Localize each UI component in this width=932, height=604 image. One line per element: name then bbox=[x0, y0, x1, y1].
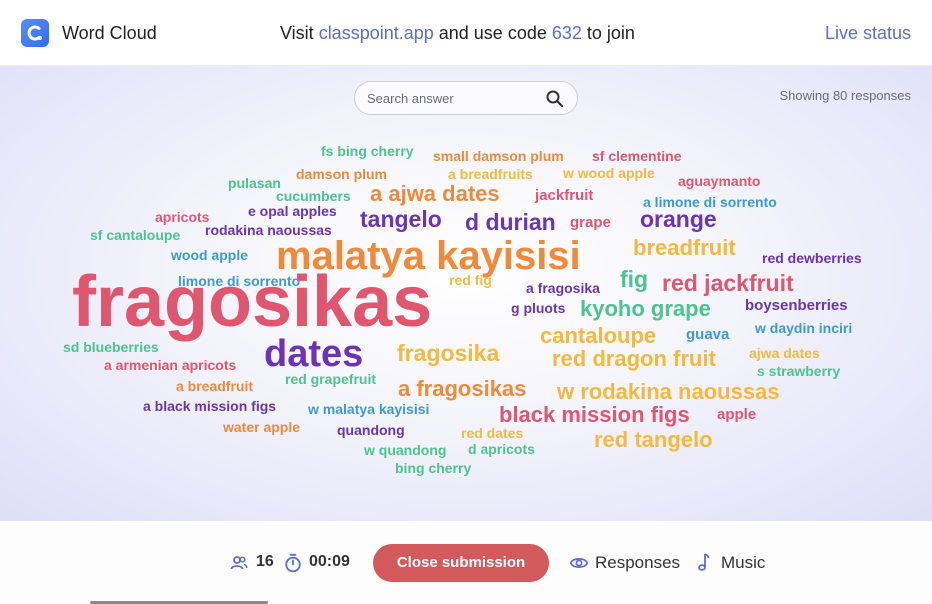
participant-count: 16 bbox=[256, 553, 274, 570]
cloud-word[interactable]: ajwa dates bbox=[749, 346, 820, 360]
cloud-word[interactable]: cucumbers bbox=[276, 189, 351, 203]
cloud-word[interactable]: red tangelo bbox=[594, 429, 713, 451]
cloud-word[interactable]: quandong bbox=[337, 423, 405, 437]
cloud-word[interactable]: sf clementine bbox=[592, 149, 681, 163]
join-instructions: Visit classpoint.app and use code 632 to… bbox=[280, 23, 635, 44]
join-link[interactable]: classpoint.app bbox=[319, 23, 434, 43]
cloud-word[interactable]: d apricots bbox=[468, 442, 535, 456]
cloud-word[interactable]: e opal apples bbox=[248, 204, 337, 218]
join-suffix: to join bbox=[581, 23, 635, 43]
cloud-word[interactable]: red grapefruit bbox=[285, 372, 376, 386]
cloud-word[interactable]: w rodakina naoussas bbox=[557, 381, 780, 403]
cloud-word[interactable]: pulasan bbox=[228, 176, 281, 190]
search-icon[interactable] bbox=[545, 89, 565, 109]
word-cloud-app: Word Cloud Visit classpoint.app and use … bbox=[0, 0, 932, 604]
cloud-word[interactable]: boysenberries bbox=[745, 298, 848, 313]
cloud-word[interactable]: wood apple bbox=[171, 248, 248, 262]
cloud-word[interactable]: fs bing cherry bbox=[321, 144, 414, 158]
cloud-word[interactable]: a breadfruit bbox=[176, 379, 253, 393]
cloud-word[interactable]: a armenian apricots bbox=[104, 358, 236, 372]
cloud-word[interactable]: a breadfruits bbox=[448, 167, 533, 181]
cloud-word[interactable]: fig bbox=[620, 268, 648, 291]
cloud-word[interactable]: tangelo bbox=[360, 208, 442, 231]
cloud-word[interactable]: guava bbox=[686, 327, 729, 342]
cloud-word[interactable]: sd blueberries bbox=[63, 340, 159, 354]
cloud-word[interactable]: w wood apple bbox=[563, 166, 655, 180]
cloud-word[interactable]: water apple bbox=[223, 420, 300, 434]
cloud-word[interactable]: damson plum bbox=[296, 167, 387, 181]
cloud-word[interactable]: w malatya kayisisi bbox=[308, 402, 429, 416]
word-cloud-canvas: Showing 80 responses fs bing cherry smal… bbox=[0, 66, 932, 521]
cloud-word[interactable]: red dragon fruit bbox=[552, 348, 716, 370]
cloud-word[interactable]: sf cantaloupe bbox=[90, 228, 180, 242]
join-prefix: Visit bbox=[280, 23, 319, 43]
search-input[interactable] bbox=[367, 88, 537, 108]
join-code: 632 bbox=[551, 23, 582, 43]
cloud-word[interactable]: breadfruit bbox=[633, 237, 736, 259]
cloud-word[interactable]: g pluots bbox=[511, 301, 565, 315]
participants-icon bbox=[230, 556, 248, 570]
cloud-word[interactable]: a black mission figs bbox=[143, 399, 276, 413]
cloud-word[interactable]: red dewberries bbox=[762, 251, 862, 265]
response-count: Showing 80 responses bbox=[779, 88, 911, 103]
join-middle: and use code bbox=[433, 23, 552, 43]
cloud-word[interactable]: grape bbox=[570, 215, 611, 230]
cloud-word[interactable]: red dates bbox=[461, 426, 523, 440]
cloud-word[interactable]: s strawberry bbox=[757, 364, 840, 378]
cloud-word[interactable]: red jackfruit bbox=[662, 272, 794, 295]
cloud-word[interactable]: w quandong bbox=[364, 443, 446, 457]
close-submission-button[interactable]: Close submission bbox=[373, 544, 549, 582]
timer-icon bbox=[285, 553, 301, 573]
bottom-toolbar: 16 00:09 Close submission Responses Musi… bbox=[0, 521, 932, 604]
cloud-word[interactable]: aguaymanto bbox=[678, 174, 760, 188]
cloud-word[interactable]: apple bbox=[717, 407, 756, 422]
eye-icon[interactable] bbox=[569, 555, 589, 571]
timer-value: 00:09 bbox=[309, 553, 350, 570]
cloud-word[interactable]: bing cherry bbox=[395, 461, 471, 475]
classpoint-logo-icon bbox=[21, 19, 49, 47]
cloud-word[interactable]: dates bbox=[264, 335, 363, 373]
app-title: Word Cloud bbox=[62, 23, 157, 43]
cloud-word[interactable]: small damson plum bbox=[433, 149, 564, 163]
cloud-word[interactable]: fragosikas bbox=[72, 266, 432, 338]
cloud-word[interactable]: a fragosikas bbox=[398, 378, 526, 400]
cloud-word[interactable]: kyoho grape bbox=[580, 298, 711, 320]
music-note-icon[interactable] bbox=[696, 552, 710, 572]
search-box[interactable] bbox=[354, 81, 578, 115]
cloud-word[interactable]: a ajwa dates bbox=[370, 183, 500, 205]
cloud-word[interactable]: apricots bbox=[155, 210, 209, 224]
responses-button[interactable]: Responses bbox=[595, 553, 680, 573]
music-button[interactable]: Music bbox=[721, 553, 765, 573]
cloud-word[interactable]: red fig bbox=[449, 273, 492, 287]
cloud-word[interactable]: jackfruit bbox=[535, 188, 593, 203]
cloud-word[interactable]: w daydin inciri bbox=[755, 321, 852, 335]
cloud-word[interactable]: orange bbox=[640, 208, 717, 231]
live-status-link[interactable]: Live status bbox=[825, 23, 911, 44]
header-bar: Word Cloud Visit classpoint.app and use … bbox=[0, 0, 932, 66]
cloud-word[interactable]: cantaloupe bbox=[540, 325, 656, 347]
cloud-word[interactable]: fragosika bbox=[397, 342, 499, 365]
cloud-word[interactable]: d durian bbox=[465, 211, 556, 234]
cloud-word[interactable]: a fragosika bbox=[526, 281, 600, 295]
cloud-word[interactable]: black mission figs bbox=[499, 404, 690, 426]
